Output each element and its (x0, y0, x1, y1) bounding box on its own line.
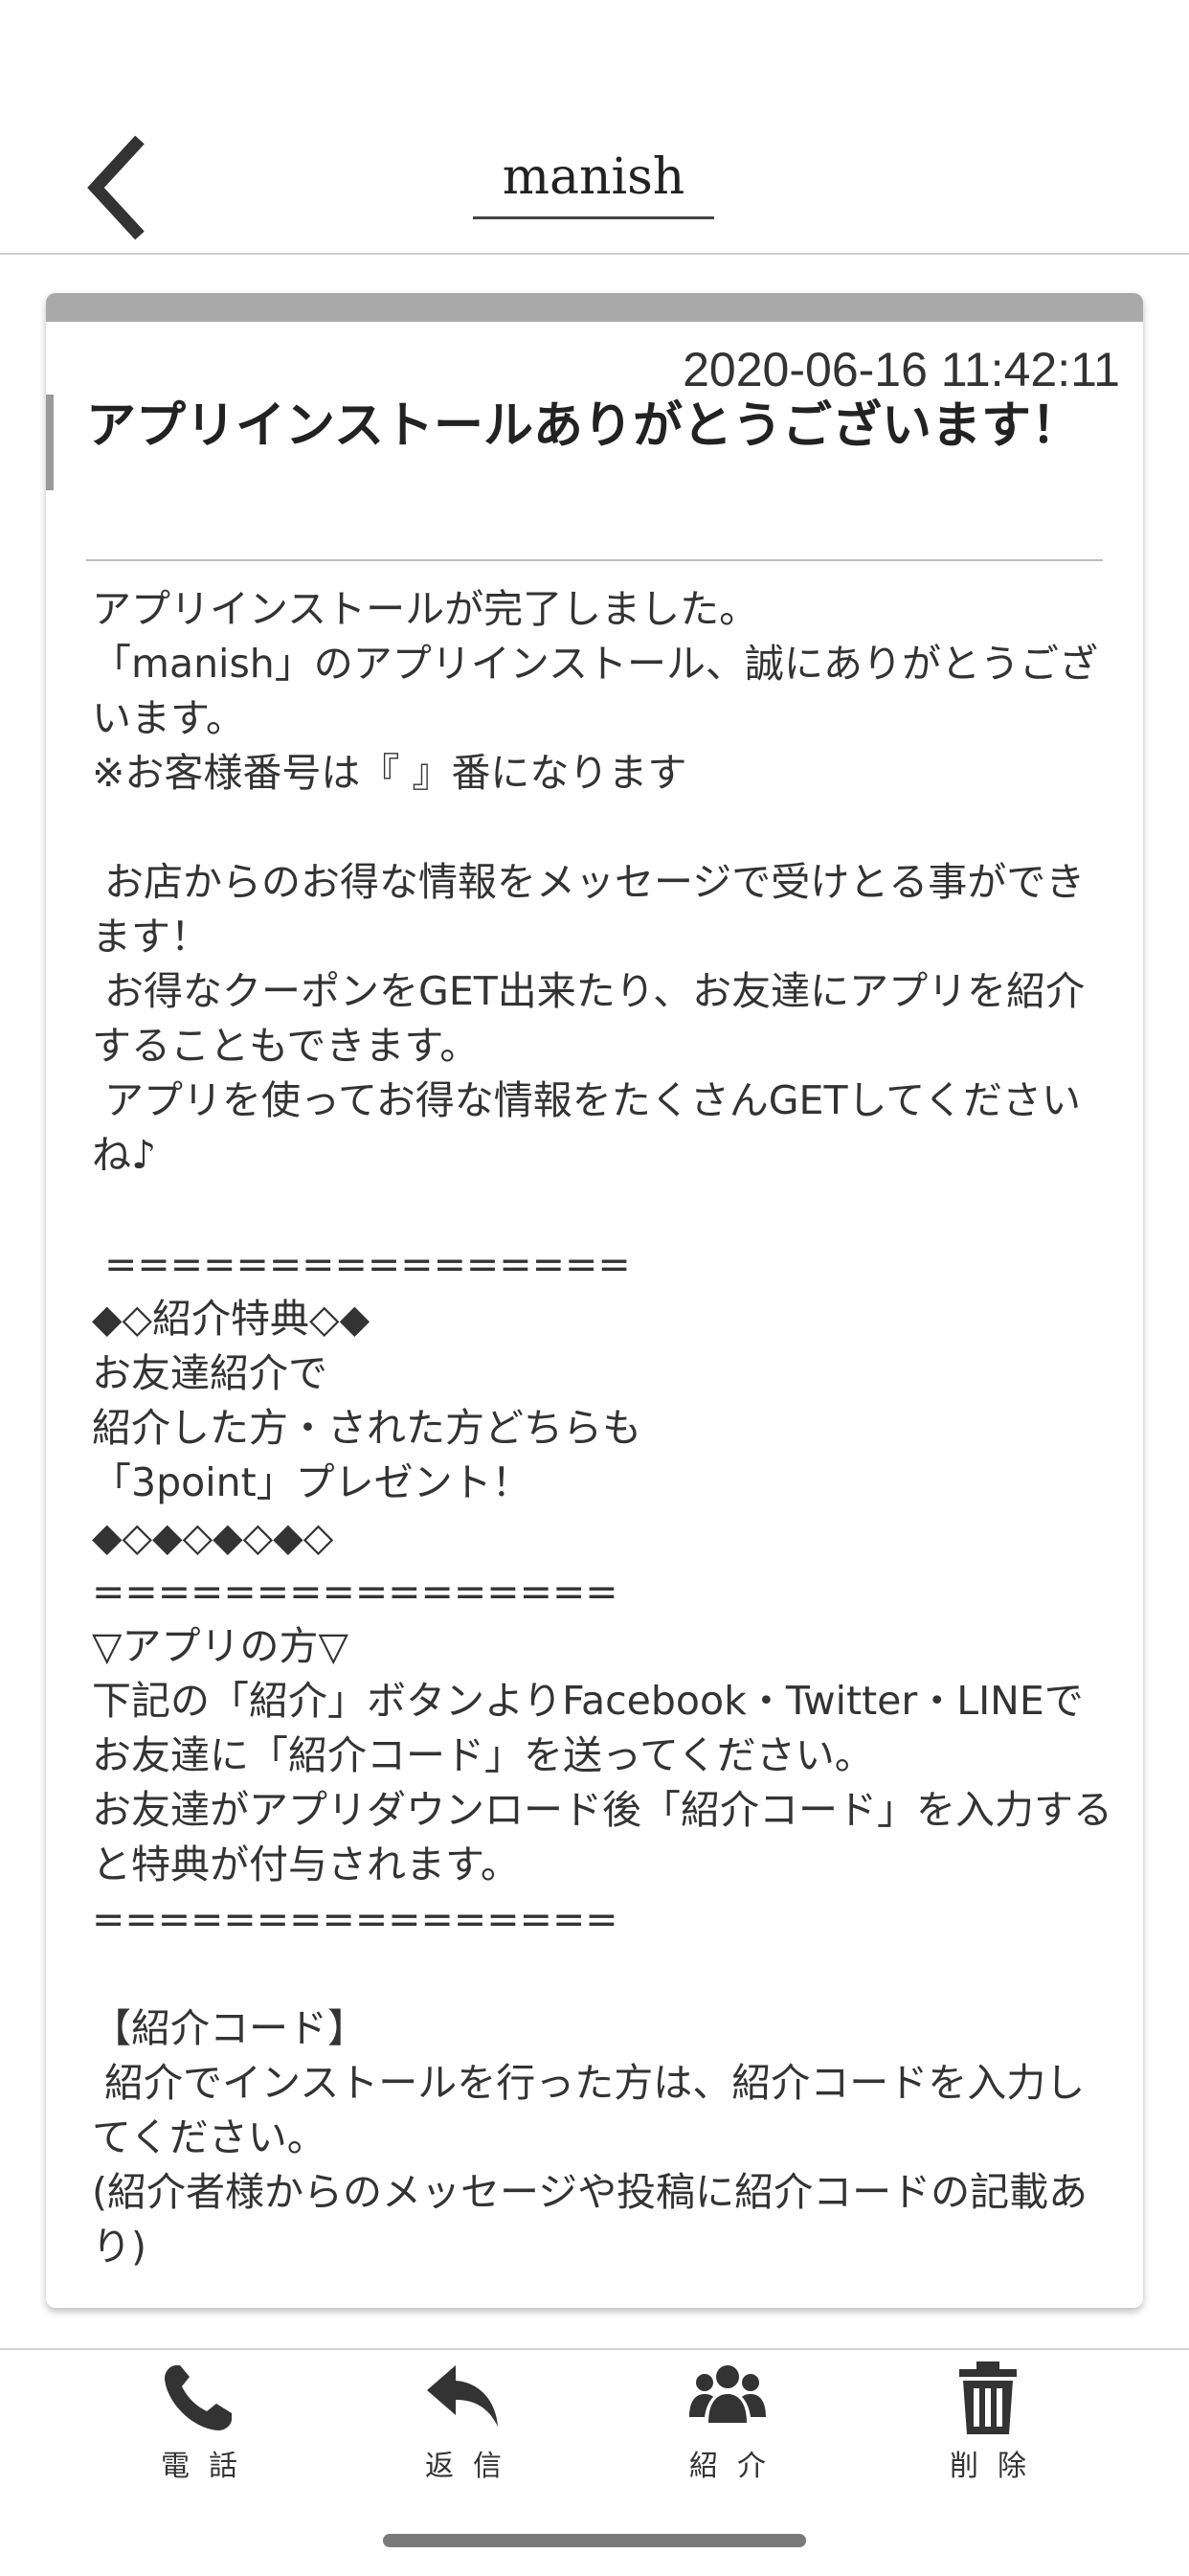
title-divider (86, 559, 1103, 561)
introduce-label: 紹介 (689, 2450, 785, 2483)
page-title-wrap: manish (450, 134, 737, 253)
delete-label: 削除 (950, 2450, 1045, 2483)
phone-label: 電話 (161, 2450, 257, 2483)
reply-button[interactable]: 返信 (368, 2360, 559, 2503)
card-top-bar (46, 293, 1143, 322)
phone-button[interactable]: 電話 (103, 2360, 295, 2503)
message-title: アプリインストールありがとうございます！ (86, 397, 1081, 455)
title-underline (473, 216, 714, 219)
trash-icon (959, 2361, 1017, 2434)
page-title: manish (502, 148, 685, 206)
header-bar: manish (0, 0, 1189, 255)
message-date: 2020-06-16 11:42:11 (683, 343, 1120, 396)
home-indicator[interactable] (383, 2534, 806, 2547)
message-body: アプリインストールが完了しました。 「manish」のアプリインストール、誠にあ… (92, 586, 1112, 2270)
message-card: 2020-06-16 11:42:11 アプリインストールありがとうございます！… (46, 293, 1143, 2308)
introduce-button[interactable]: 紹介 (632, 2360, 823, 2503)
back-button[interactable] (80, 130, 167, 245)
reply-icon (427, 2365, 498, 2427)
chevron-left-icon (87, 135, 145, 240)
title-accent-bar (46, 395, 54, 490)
phone-icon (165, 2365, 232, 2430)
delete-button[interactable]: 削除 (892, 2360, 1084, 2503)
reply-label: 返信 (425, 2450, 521, 2483)
users-icon (689, 2365, 766, 2423)
